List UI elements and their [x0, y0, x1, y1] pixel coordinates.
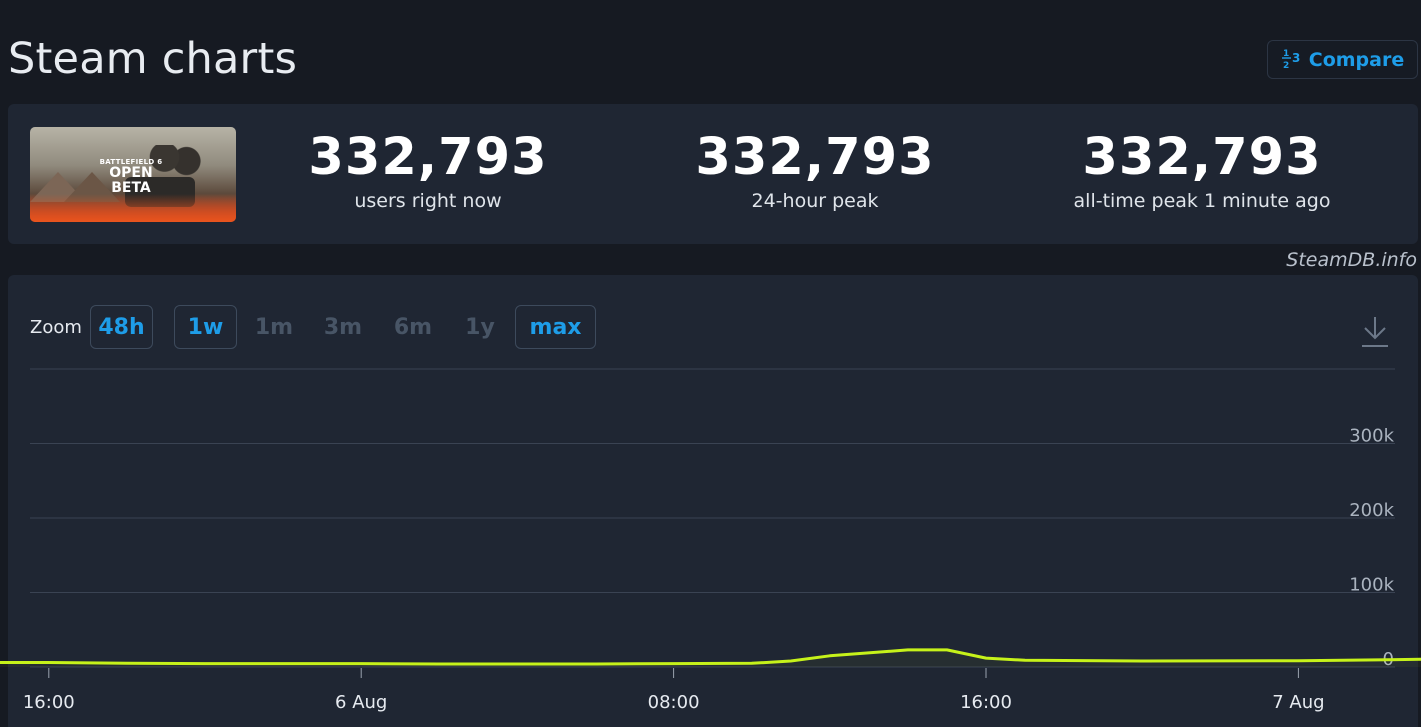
series-line	[0, 648, 1421, 666]
x-tick-label: 6 Aug	[335, 692, 387, 713]
x-tick-label: 7 Aug	[1272, 692, 1324, 713]
series-area	[0, 649, 1421, 667]
y-tick-label: 300k	[1349, 426, 1394, 447]
player-count-chart: 0100k200k300k16:005 Aug08:0016:006 Aug08…	[0, 368, 1421, 713]
y-tick-label: 200k	[1349, 500, 1394, 521]
x-tick-label: 16:00	[23, 692, 75, 713]
x-tick-label: 16:00	[960, 692, 1012, 713]
x-tick-label: 08:00	[648, 692, 700, 713]
y-tick-label: 100k	[1349, 575, 1394, 596]
